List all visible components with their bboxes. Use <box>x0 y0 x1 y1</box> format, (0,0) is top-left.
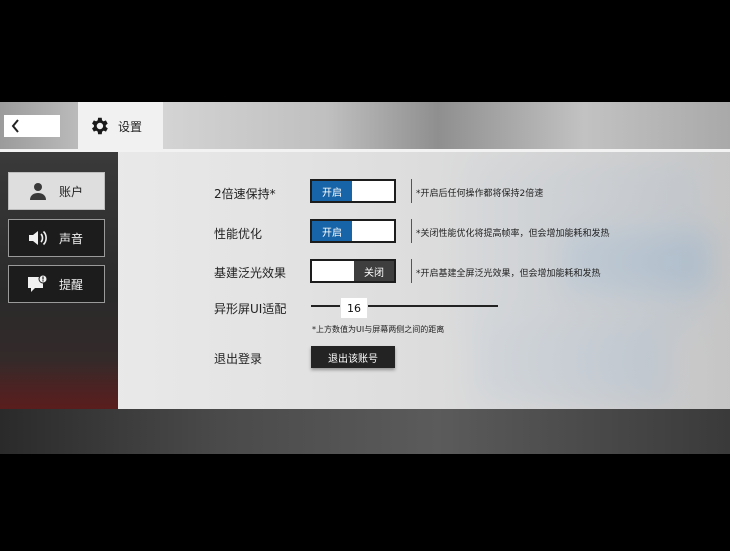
notch-label: 异形屏UI适配 <box>214 302 287 316</box>
settings-title-tab: 设置 <box>78 102 163 150</box>
toggle-state: 开启 <box>312 181 352 201</box>
divider <box>411 179 412 203</box>
glow-label: 基建泛光效果 <box>214 266 287 280</box>
gear-icon <box>92 117 108 135</box>
glow-toggle[interactable]: 关闭 <box>310 259 396 283</box>
user-icon <box>27 180 49 202</box>
back-button[interactable] <box>4 115 60 137</box>
sidebar-item-label: 提醒 <box>59 277 84 292</box>
perf-opt-toggle[interactable]: 开启 <box>310 219 396 243</box>
logout-label: 退出登录 <box>214 352 263 366</box>
toggle-state: 开启 <box>312 221 352 241</box>
settings-panel: 2倍速保持* 开启 *开启后任何操作都将保持2倍速 性能优化 开启 *关闭性能优… <box>118 152 730 409</box>
bottom-bar <box>0 409 730 454</box>
sidebar-item-label: 账户 <box>59 184 84 199</box>
sidebar-item-reminder[interactable]: 提醒 <box>8 265 105 303</box>
sidebar-item-sound[interactable]: 声音 <box>8 219 105 257</box>
sidebar-item-account[interactable]: 账户 <box>8 172 105 210</box>
sidebar-decoration <box>0 359 118 409</box>
speed-keep-label: 2倍速保持* <box>214 187 276 201</box>
speed-keep-desc: *开启后任何操作都将保持2倍速 <box>416 189 544 199</box>
sidebar: 账户 声音 提醒 <box>0 152 118 409</box>
divider <box>411 219 412 243</box>
glow-desc: *开启基建全屏泛光效果，但会增加能耗和发热 <box>416 269 601 279</box>
perf-opt-desc: *关闭性能优化将提高帧率，但会增加能耗和发热 <box>416 229 610 239</box>
notch-note: *上方数值为UI与屏幕两侧之间的距离 <box>312 325 445 334</box>
speed-keep-toggle[interactable]: 开启 <box>310 179 396 203</box>
notch-slider-handle[interactable]: 16 <box>340 297 368 319</box>
notification-icon <box>27 273 49 295</box>
perf-opt-label: 性能优化 <box>214 227 263 241</box>
page-title: 设置 <box>118 119 143 134</box>
divider <box>411 259 412 283</box>
sidebar-item-label: 声音 <box>59 231 84 246</box>
game-screen: 设置 账户 声音 提醒 2倍速保持* 开启 *开启后任何操作都将保持2倍速 性能… <box>0 102 730 454</box>
toggle-state: 关闭 <box>354 261 394 281</box>
speaker-icon <box>27 227 49 249</box>
chevron-left-icon <box>11 119 19 133</box>
logout-button[interactable]: 退出该账号 <box>311 346 395 368</box>
